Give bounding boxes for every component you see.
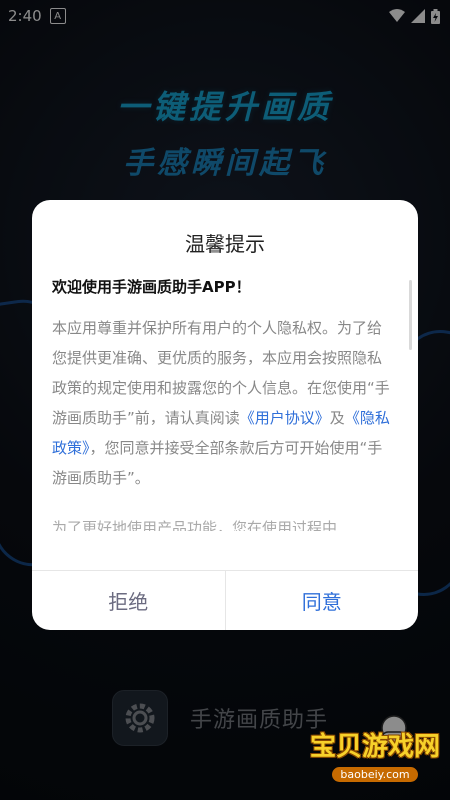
- welcome-text: 欢迎使用手游画质助手APP！: [52, 278, 251, 296]
- reject-button[interactable]: 拒绝: [32, 571, 226, 630]
- dialog-buttons: 拒绝 同意: [32, 571, 418, 630]
- body-and: 及: [329, 409, 345, 427]
- dialog-content[interactable]: 欢迎使用手游画质助手APP！ 本应用尊重并保护所有用户的个人隐私权。为了给您提供…: [52, 276, 394, 558]
- privacy-dialog: 温馨提示 欢迎使用手游画质助手APP！ 本应用尊重并保护所有用户的个人隐私权。为…: [32, 200, 418, 630]
- body-faded-text: 为了更好地使用产品功能，您在使用过程中: [52, 519, 338, 531]
- dialog-scrollbar[interactable]: [409, 280, 412, 350]
- dialog-title: 温馨提示: [185, 232, 265, 256]
- privacy-body-text: 本应用尊重并保护所有用户的个人隐私权。为了给您提供更准确、更优质的服务，本应用会…: [52, 313, 394, 493]
- site-watermark: 宝贝游戏网 baobeiy.com: [310, 726, 440, 782]
- watermark-title: 宝贝游戏网: [309, 732, 440, 762]
- user-agreement-link[interactable]: 《用户协议》: [240, 409, 330, 427]
- body-part-2: ，您同意并接受全部条款后方可开始使用“手游画质助手”。: [52, 439, 383, 487]
- agree-button[interactable]: 同意: [226, 571, 419, 630]
- watermark-url: baobeiy.com: [332, 767, 418, 782]
